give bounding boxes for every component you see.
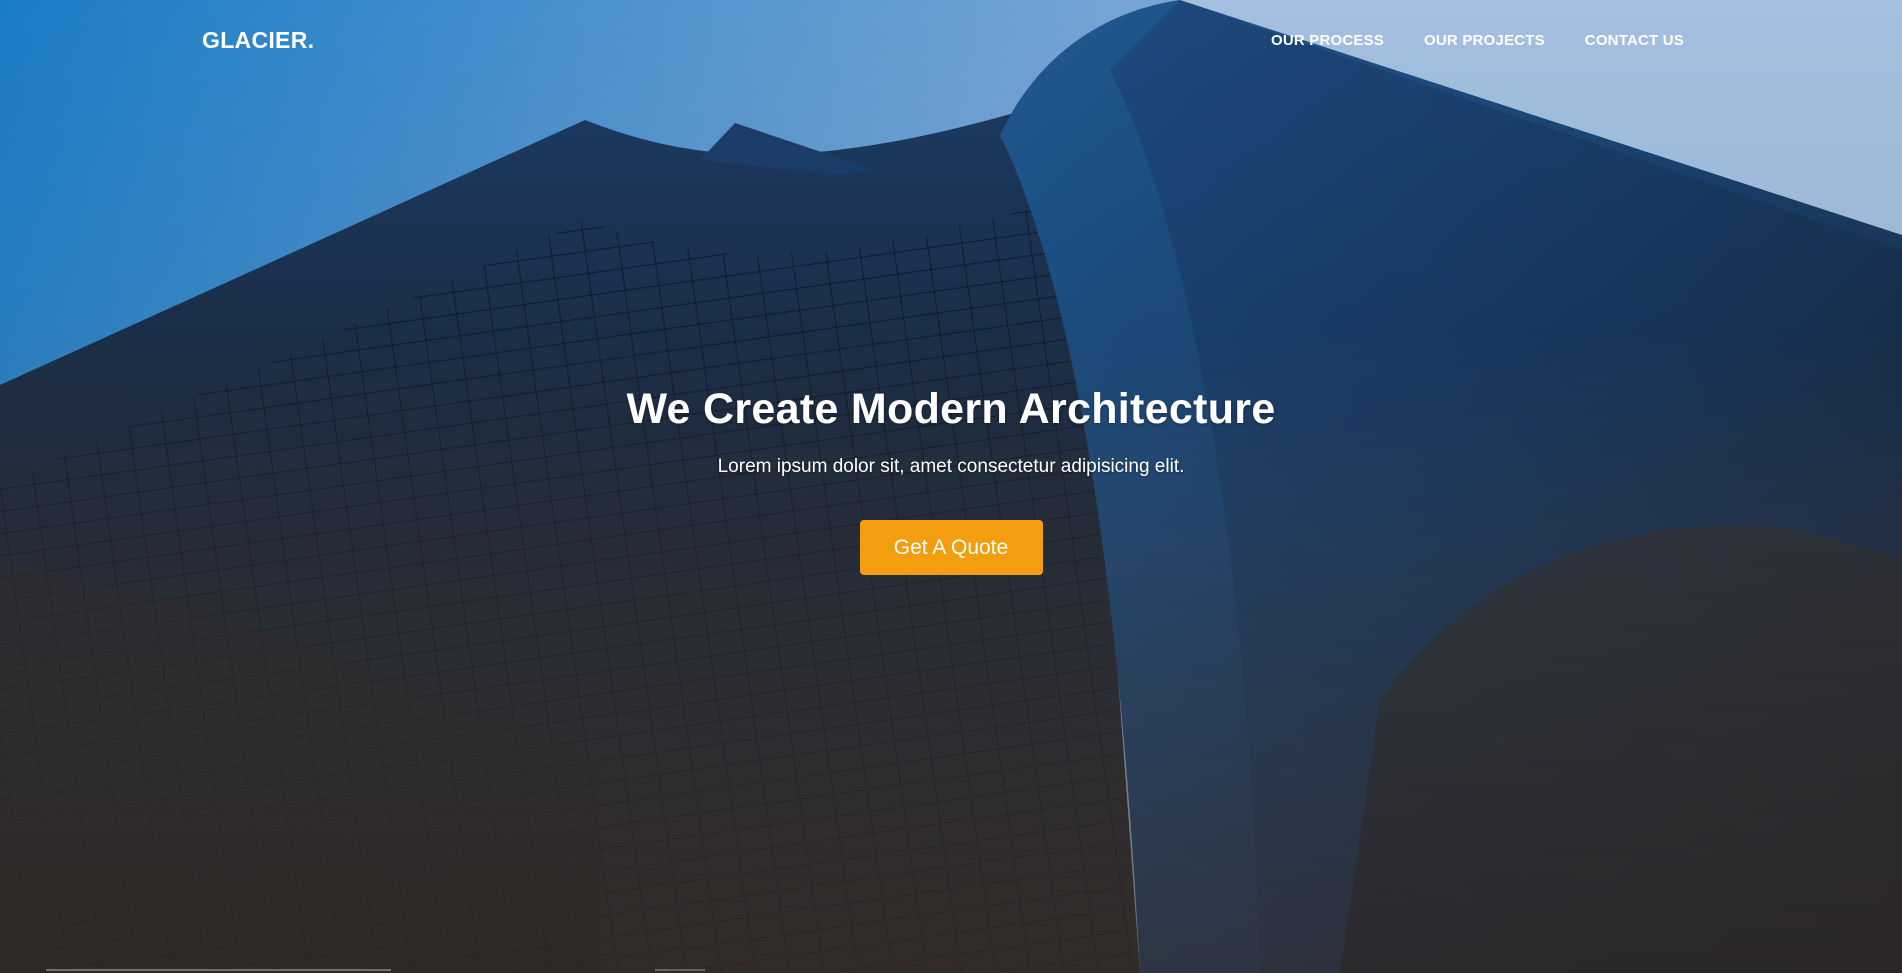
divider <box>655 969 705 971</box>
nav-link-contact-us[interactable]: CONTACT US <box>1585 32 1684 49</box>
site-logo[interactable]: GLACIER. <box>202 27 314 54</box>
hero-title: We Create Modern Architecture <box>626 385 1276 433</box>
get-quote-button[interactable]: Get A Quote <box>859 520 1043 575</box>
hero-subtitle: Lorem ipsum dolor sit, amet consectetur … <box>717 456 1185 477</box>
nav-link-our-process[interactable]: OUR PROCESS <box>1271 32 1384 49</box>
hero-section: GLACIER. OUR PROCESS OUR PROJECTS CONTAC… <box>0 0 1902 973</box>
divider <box>46 969 391 971</box>
nav-link-our-projects[interactable]: OUR PROJECTS <box>1424 32 1545 49</box>
nav-menu: OUR PROCESS OUR PROJECTS CONTACT US <box>1271 32 1684 49</box>
navbar: GLACIER. OUR PROCESS OUR PROJECTS CONTAC… <box>0 0 1902 84</box>
hero-content: We Create Modern Architecture Lorem ipsu… <box>0 385 1902 575</box>
